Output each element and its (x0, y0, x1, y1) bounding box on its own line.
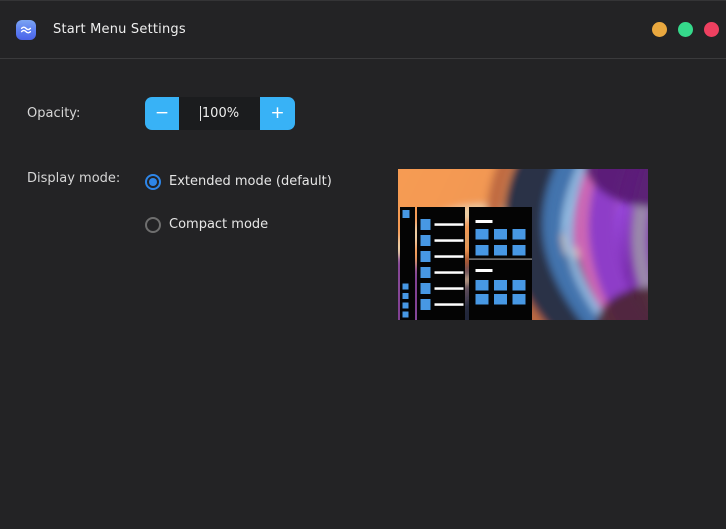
preview-wallpaper (398, 169, 648, 320)
preview-sidebar-panel (400, 207, 415, 320)
radio-button-icon[interactable] (145, 217, 161, 233)
maximize-button[interactable] (678, 22, 693, 37)
radio-button-icon[interactable] (145, 174, 161, 190)
preview-app-list-panel (417, 207, 465, 320)
title-bar: Start Menu Settings (0, 1, 726, 58)
opacity-input[interactable]: 100% (179, 97, 260, 130)
titlebar-divider (0, 58, 726, 59)
start-menu-settings-window: { "window": { "title": "Start Menu Setti… (0, 0, 726, 529)
radio-compact-mode[interactable]: Compact mode (145, 217, 268, 233)
radio-extended-mode[interactable]: Extended mode (default) (145, 174, 332, 190)
radio-compact-mode-label: Compact mode (169, 217, 268, 233)
opacity-stepper: − 100% + (145, 97, 295, 130)
plus-icon: + (270, 103, 284, 123)
start-menu-preview-image (398, 169, 648, 320)
opacity-value: 100% (202, 106, 239, 121)
s-swirl-icon (19, 23, 33, 37)
preview-tiles-panel (469, 207, 532, 320)
minus-icon: − (155, 103, 169, 123)
window-title: Start Menu Settings (53, 22, 186, 37)
minimize-button[interactable] (652, 22, 667, 37)
display-mode-label: Display mode: (27, 171, 120, 187)
radio-extended-mode-label: Extended mode (default) (169, 174, 332, 190)
opacity-increase-button[interactable]: + (260, 97, 295, 130)
window-controls (652, 22, 719, 37)
text-caret (200, 106, 201, 121)
opacity-label: Opacity: (27, 106, 80, 122)
app-icon (16, 20, 36, 40)
close-button[interactable] (704, 22, 719, 37)
opacity-decrease-button[interactable]: − (145, 97, 179, 130)
